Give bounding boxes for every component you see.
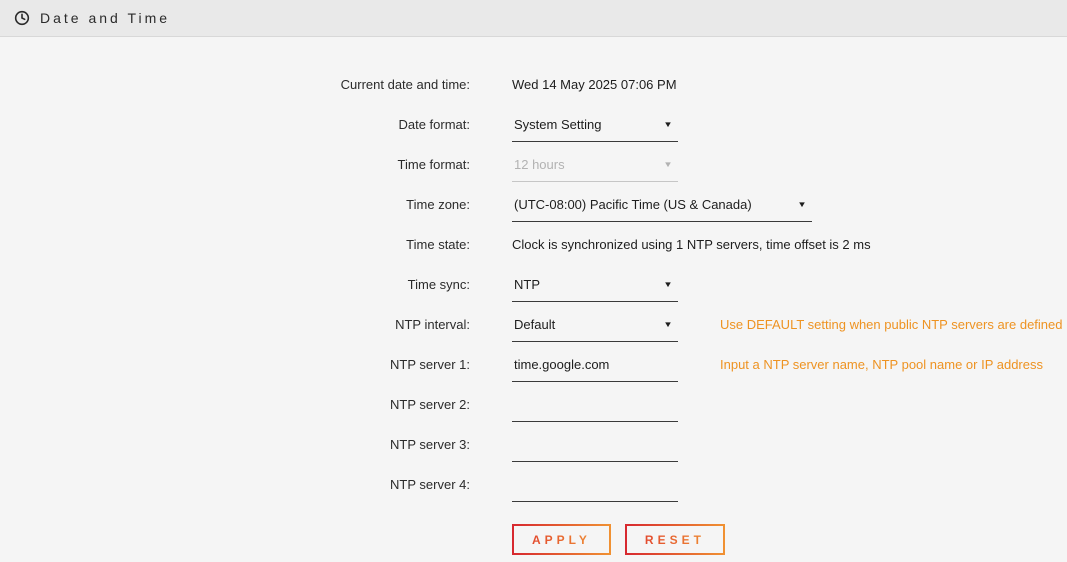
ntp-server-2-label: NTP server 2:	[0, 388, 470, 412]
ntp-server-1-input[interactable]	[512, 357, 678, 382]
time-sync-select[interactable]: NTP ▼	[512, 277, 678, 302]
time-sync-value: NTP	[514, 277, 540, 292]
time-zone-value: (UTC-08:00) Pacific Time (US & Canada)	[514, 197, 752, 212]
date-time-form: Current date and time: Wed 14 May 2025 0…	[0, 37, 1067, 555]
row-ntp-interval: NTP interval: Default ▼ Use DEFAULT sett…	[0, 308, 1067, 348]
time-zone-label: Time zone:	[0, 188, 470, 212]
date-format-value: System Setting	[514, 117, 601, 132]
time-format-select: 12 hours ▼	[512, 157, 678, 182]
chevron-down-icon: ▼	[797, 200, 807, 209]
row-time-zone: Time zone: (UTC-08:00) Pacific Time (US …	[0, 188, 1067, 228]
ntp-server-3-label: NTP server 3:	[0, 428, 470, 452]
time-state-value: Clock is synchronized using 1 NTP server…	[512, 237, 871, 252]
date-format-label: Date format:	[0, 108, 470, 132]
current-datetime-label: Current date and time:	[0, 68, 470, 92]
time-format-value: 12 hours	[514, 157, 565, 172]
apply-button[interactable]: APPLY	[512, 524, 611, 555]
row-time-sync: Time sync: NTP ▼	[0, 268, 1067, 308]
reset-button[interactable]: RESET	[625, 524, 725, 555]
ntp-server-1-label: NTP server 1:	[0, 348, 470, 372]
current-datetime-value: Wed 14 May 2025 07:06 PM	[512, 77, 677, 92]
row-ntp-server-3: NTP server 3:	[0, 428, 1067, 468]
action-buttons: APPLY RESET	[512, 524, 1067, 555]
row-time-format: Time format: 12 hours ▼	[0, 148, 1067, 188]
time-zone-select[interactable]: (UTC-08:00) Pacific Time (US & Canada) ▼	[512, 197, 812, 222]
date-format-select[interactable]: System Setting ▼	[512, 117, 678, 142]
chevron-down-icon: ▼	[663, 160, 673, 169]
row-ntp-server-1: NTP server 1: Input a NTP server name, N…	[0, 348, 1067, 388]
ntp-interval-value: Default	[514, 317, 555, 332]
ntp-server-1-hint: Input a NTP server name, NTP pool name o…	[720, 348, 1043, 372]
time-state-label: Time state:	[0, 228, 470, 252]
ntp-server-2-input[interactable]	[512, 397, 678, 422]
ntp-server-3-input[interactable]	[512, 437, 678, 462]
row-time-state: Time state: Clock is synchronized using …	[0, 228, 1067, 268]
ntp-server-4-input[interactable]	[512, 477, 678, 502]
ntp-interval-label: NTP interval:	[0, 308, 470, 332]
time-sync-label: Time sync:	[0, 268, 470, 292]
ntp-interval-select[interactable]: Default ▼	[512, 317, 678, 342]
page-title: Date and Time	[40, 10, 170, 26]
time-format-label: Time format:	[0, 148, 470, 172]
row-current-datetime: Current date and time: Wed 14 May 2025 0…	[0, 68, 1067, 108]
row-date-format: Date format: System Setting ▼	[0, 108, 1067, 148]
row-ntp-server-4: NTP server 4:	[0, 468, 1067, 508]
section-header: Date and Time	[0, 0, 1067, 37]
chevron-down-icon: ▼	[663, 280, 673, 289]
clock-icon	[14, 10, 30, 26]
row-ntp-server-2: NTP server 2:	[0, 388, 1067, 428]
ntp-interval-hint: Use DEFAULT setting when public NTP serv…	[720, 308, 1063, 332]
ntp-server-4-label: NTP server 4:	[0, 468, 470, 492]
chevron-down-icon: ▼	[663, 120, 673, 129]
chevron-down-icon: ▼	[663, 320, 673, 329]
